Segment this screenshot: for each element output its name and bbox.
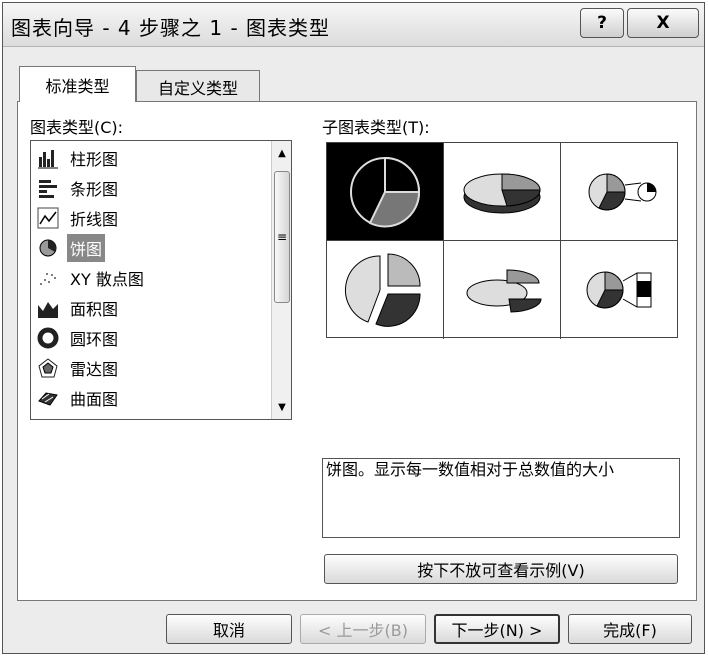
- bar-of-pie-subtype-icon: [586, 271, 651, 309]
- finish-button[interactable]: 完成(F): [568, 614, 692, 644]
- subtype-exploded-pie[interactable]: [327, 241, 444, 339]
- chart-type-scrollbar[interactable]: ▲ ≡ ▼: [271, 141, 291, 419]
- list-item-surface[interactable]: 曲面图: [31, 383, 271, 413]
- scroll-thumb[interactable]: ≡: [274, 171, 290, 303]
- list-item-column[interactable]: 柱形图: [31, 143, 271, 173]
- list-item-label: 圆环图: [70, 330, 119, 349]
- close-button[interactable]: X: [627, 8, 699, 38]
- pie-of-pie-subtype-icon: [588, 172, 656, 210]
- area-chart-icon: [38, 302, 58, 318]
- next-button[interactable]: 下一步(N) >: [434, 614, 560, 644]
- scatter-chart-icon: [40, 273, 56, 285]
- 3d-pie-subtype-icon: [463, 172, 541, 213]
- list-item-radar[interactable]: 雷达图: [31, 353, 271, 383]
- tab-panel: 图表类型(C): 柱形图 条形图 折线图 饼图 XY 散点图 面积图 圆环图 雷…: [17, 101, 697, 601]
- list-item-doughnut[interactable]: 圆环图: [31, 323, 271, 353]
- preview-sample-button[interactable]: 按下不放可查看示例(V): [324, 554, 678, 584]
- list-item-bar[interactable]: 条形图: [31, 173, 271, 203]
- subtype-bar-of-pie[interactable]: [561, 241, 678, 339]
- chart-wizard-dialog: 图表向导 - 4 步骤之 1 - 图表类型 ? X 标准类型 自定义类型 图表类…: [2, 2, 705, 654]
- bar-chart-icon: [39, 180, 57, 198]
- dialog-title: 图表向导 - 4 步骤之 1 - 图表类型: [11, 16, 331, 40]
- list-item-pie[interactable]: 饼图: [31, 233, 271, 263]
- list-item-label: XY 散点图: [70, 270, 144, 289]
- list-item-line[interactable]: 折线图: [31, 203, 271, 233]
- list-item-label: 饼图: [67, 234, 106, 262]
- list-item-label: 折线图: [70, 210, 119, 229]
- exploded-3d-pie-subtype-icon: [466, 269, 542, 313]
- list-item-scatter[interactable]: XY 散点图: [31, 263, 271, 293]
- scroll-up-arrow-icon[interactable]: ▲: [272, 143, 291, 163]
- pie-subtype-icon: [350, 156, 421, 227]
- title-bar: 图表向导 - 4 步骤之 1 - 图表类型 ? X: [3, 3, 704, 47]
- chart-type-description: 饼图。显示每一数值相对于总数值的大小: [322, 458, 680, 538]
- subtype-grid: [326, 142, 678, 339]
- help-icon: ?: [597, 13, 607, 33]
- exploded-pie-subtype-icon: [345, 253, 421, 327]
- chart-type-list[interactable]: 柱形图 条形图 折线图 饼图 XY 散点图 面积图 圆环图 雷达图 曲面图 ▲ …: [30, 140, 292, 420]
- subtype-3d-pie[interactable]: [444, 143, 561, 241]
- subtype-pie[interactable]: [327, 143, 444, 241]
- list-item-label: 面积图: [70, 300, 119, 319]
- doughnut-chart-icon: [37, 327, 59, 349]
- help-button[interactable]: ?: [580, 8, 624, 38]
- column-chart-icon: [38, 150, 58, 169]
- tab-standard-types[interactable]: 标准类型: [19, 66, 136, 102]
- line-chart-icon: [37, 207, 59, 229]
- surface-chart-icon: [38, 392, 58, 406]
- list-item-label: 条形图: [70, 180, 119, 199]
- back-button[interactable]: < 上一步(B): [300, 614, 426, 644]
- list-item-label: 柱形图: [70, 150, 119, 169]
- cancel-button[interactable]: 取消: [166, 614, 292, 644]
- scroll-down-arrow-icon[interactable]: ▼: [272, 397, 291, 417]
- tab-custom-types[interactable]: 自定义类型: [136, 70, 260, 102]
- subtype-label: 子图表类型(T):: [322, 118, 430, 137]
- pie-chart-icon: [39, 239, 57, 257]
- close-icon: X: [656, 13, 670, 33]
- radar-chart-icon: [38, 358, 58, 378]
- list-item-label: 曲面图: [70, 390, 119, 409]
- list-item-area[interactable]: 面积图: [31, 293, 271, 323]
- chart-type-label: 图表类型(C):: [30, 118, 124, 137]
- subtype-pie-of-pie[interactable]: [561, 143, 678, 241]
- list-item-label: 雷达图: [70, 360, 119, 379]
- subtype-exploded-3d-pie[interactable]: [444, 241, 561, 339]
